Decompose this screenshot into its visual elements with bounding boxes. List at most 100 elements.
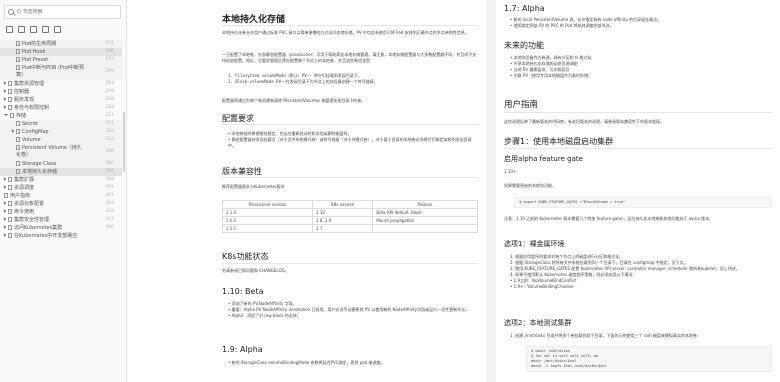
sidebar-item[interactable]: Pod中断与PDB (Pod中断预算) 199	[0, 64, 122, 80]
sidebar-item[interactable]: 身份与权限控制 283	[0, 104, 122, 112]
sidebar-item[interactable]: 本地持久化存储 365	[0, 168, 122, 176]
heading-1-9: 1.9: Alpha	[222, 345, 263, 354]
sidebar-scrollbar[interactable]	[123, 112, 125, 172]
chevron-right-icon[interactable]	[4, 81, 6, 85]
table-row: 2.0.0 1.8, 1.9 Mount propagation	[221, 216, 478, 225]
heading-option-1: 选项1：裸金属环境	[504, 240, 565, 248]
sidebar-item-label: Pod Hook	[22, 49, 46, 55]
sidebar-item-label: Pod Preset	[22, 57, 49, 63]
document-icon	[16, 129, 20, 134]
page-number: 401	[105, 193, 114, 198]
page-number: 199	[105, 69, 114, 74]
chevron-right-icon[interactable]	[4, 105, 6, 109]
expand-icon[interactable]	[30, 26, 37, 33]
mode-list: 1. Filesystem volumeMode（默认）PV—— 将它们挂载到发…	[228, 73, 478, 85]
sidebar-item[interactable]: 资源调度 391	[0, 184, 122, 192]
sidebar-item-label: ConfigMap	[22, 129, 49, 135]
sidebar-item-label: 资源调度	[14, 185, 35, 191]
list-item: • 内联 PV（使用专用本地磁盘作为临时存储）	[510, 73, 593, 78]
page-number: 404	[105, 201, 114, 206]
chevron-right-icon[interactable]	[4, 97, 6, 101]
sidebar-item-label: Pod的生命周期	[22, 41, 57, 47]
sidebar-item[interactable]: Volume 332	[0, 136, 122, 144]
requirements-list: • 本地卷插件希望路径稳定，包括在重新启动时和添加或删除磁盘时。 • 静态配置器…	[228, 131, 478, 149]
divider	[504, 112, 772, 113]
document-icon	[8, 177, 12, 182]
sidebar-item[interactable]: 控制器 209	[0, 88, 122, 96]
page-number: 203	[105, 81, 114, 86]
sidebar-item[interactable]: 在Kubernetes中开发部署应	[0, 232, 122, 240]
sidebar-item[interactable]: 资源对象配置 404	[0, 200, 122, 208]
heading-option-2: 选项2：本地测试集群	[504, 319, 572, 327]
tree-icon[interactable]	[18, 26, 25, 33]
document-page-1: 本地持久化存储 本地持久化卷允许用户通过标准 PVC 接口以简单便携的方式访问本…	[214, 0, 486, 382]
search-box[interactable]	[4, 5, 121, 19]
sidebar-item[interactable]: 集群资源管理 203	[0, 80, 122, 88]
option-2-step: 1. 创建 /mnt/disks 目录并将多个卷挂载到其子目录。下面的示例使用三…	[510, 333, 701, 338]
heading-feature-gate: 启用alpha feature gate	[504, 155, 583, 163]
chevron-right-icon[interactable]	[4, 201, 6, 205]
chevron-right-icon[interactable]	[4, 217, 6, 221]
document-icon	[16, 65, 20, 70]
sidebar-item-label: 资源对象配置	[14, 201, 45, 207]
sidebar-item-label: 集群资源管理	[14, 81, 45, 87]
table-cell: 1.8, 1.9	[312, 216, 374, 225]
page-number: 360	[105, 161, 114, 166]
chevron-right-icon[interactable]	[4, 233, 6, 237]
sidebar-item[interactable]: ConfigMap 316	[0, 128, 122, 136]
table-cell[interactable]: 2.1.0	[221, 208, 314, 217]
document-icon	[8, 185, 12, 190]
intro-paragraph: 本地持久化卷允许用户通过标准 PVC 接口以简单便携的方式访问本地存储。PV 中…	[222, 30, 469, 35]
chevron-down-icon[interactable]	[4, 114, 8, 116]
list-item: 2. Block volumeMode PV——在发现目录下为节点上的块设备创建…	[228, 79, 378, 84]
sidebar-item[interactable]: 集群扩展 368	[0, 176, 122, 184]
page-number: 365	[105, 169, 114, 174]
list-icon[interactable]	[6, 26, 13, 33]
collapse-icon[interactable]	[42, 26, 49, 33]
sidebar-item[interactable]: 用户指南 401	[0, 192, 122, 200]
sidebar-item[interactable]: 存储 311	[0, 112, 122, 120]
search-input[interactable]	[17, 9, 112, 15]
block-note: 如果需要原始的本地块功能，	[504, 183, 556, 188]
page-gap	[486, 0, 496, 382]
page-number: 283	[105, 105, 114, 110]
search-icon	[8, 9, 14, 15]
sidebar-item[interactable]: 集群安全性管理 457	[0, 216, 122, 224]
outline-tree: Pod的生命周期 191 Pod Hook 196 Pod Preset 197 Pod中断…	[0, 40, 122, 240]
sidebar-item-label: Persistent Volume（持久化卷）	[16, 145, 82, 158]
page-number: 391	[105, 185, 114, 190]
divider	[222, 177, 478, 178]
chevron-right-icon[interactable]	[4, 209, 6, 213]
sidebar-item[interactable]: Pod的生命周期 191	[0, 40, 122, 48]
table-cell: Mount propagation	[372, 216, 478, 225]
version-note: 推荐配置器版本与Kubernetes版本	[222, 184, 285, 189]
code-block: $ export KUBE_FEATURE_GATES ="BlockVolum…	[514, 197, 772, 208]
table-cell: 1.10	[312, 208, 374, 217]
code-block: $ mkdir /mnt/disks $ for vol in vol1 vol…	[526, 346, 772, 372]
chevron-right-icon[interactable]	[12, 129, 14, 133]
heading-1-7: 1.7: Alpha	[504, 4, 545, 13]
chevron-right-icon[interactable]	[4, 225, 6, 229]
document-icon	[16, 57, 20, 62]
sidebar-item[interactable]: Pod Hook 196	[0, 48, 122, 56]
list-item: • 使用绑定到该 PV 的 PVC 的 Pod 将始终调度到该节点。	[510, 23, 614, 28]
sidebar-item[interactable]: Storage Class 360	[0, 160, 122, 168]
sidebar-item[interactable]: 命令使用 434	[0, 208, 122, 216]
sidebar-item[interactable]: Persistent Volume（持久化卷） 348	[0, 144, 122, 160]
sidebar-item-label: 在Kubernetes中开发部署应	[14, 233, 78, 239]
table-header: Provisioner version	[221, 200, 314, 209]
sidebar-item[interactable]: 访问Kubernetes集群 496	[0, 224, 122, 232]
table-cell[interactable]: 1.0.1	[221, 224, 314, 233]
sidebar-item[interactable]: Secret 311	[0, 120, 122, 128]
table-cell[interactable]: 2.0.0	[221, 216, 314, 225]
page-number: 316	[105, 129, 114, 134]
chevron-right-icon[interactable]	[4, 185, 6, 189]
heading-future: 未来的功能	[504, 41, 544, 50]
page-number: 368	[105, 177, 114, 182]
chevron-right-icon[interactable]	[4, 177, 6, 181]
list-item: • Alpha：添加了对 raw block 的支持。	[228, 313, 301, 318]
filter-icon[interactable]	[54, 26, 61, 33]
chevron-right-icon[interactable]	[4, 89, 6, 93]
sidebar-item[interactable]: 服务发现 269	[0, 96, 122, 104]
sidebar-item[interactable]: Pod Preset 197	[0, 56, 122, 64]
